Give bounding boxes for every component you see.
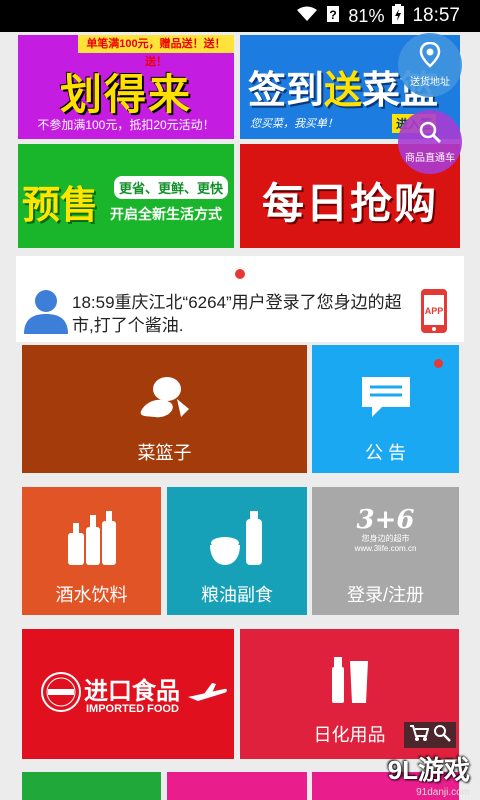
product-search-button[interactable]: 商品直通车 bbox=[398, 110, 462, 174]
promo-banner-huadelai[interactable]: 单笔满100元，赠品送！送！送！ 划得来 不参加满100元，抵扣20元活动！ bbox=[18, 35, 234, 139]
tile-partial[interactable] bbox=[167, 772, 307, 800]
banner-tagline: 更省、更鲜、更快 bbox=[114, 176, 229, 199]
signal-icon: ? bbox=[326, 5, 340, 28]
banner-title: 预售 bbox=[22, 183, 99, 227]
banner-strip: 单笔满100元，赠品送！送！送！ bbox=[78, 35, 234, 68]
tile-label: 公 告 bbox=[364, 443, 406, 463]
tile-grain-oil[interactable]: 粮油副食 bbox=[167, 487, 307, 615]
tile-label: 菜篮子 bbox=[137, 443, 192, 463]
tile-sublabel: IMPORTED FOOD bbox=[86, 703, 179, 715]
app-download-icon[interactable]: APP bbox=[420, 288, 448, 334]
banner-subtitle: 不参加满100元，抵扣20元活动！ bbox=[37, 118, 215, 132]
watermark-url: 91danji.com bbox=[416, 787, 470, 798]
user-avatar-icon bbox=[24, 288, 68, 334]
store-logo-mark: 3+6 bbox=[356, 505, 415, 535]
store-logo-slogan: 您身边的超市 www.3life.com.cn bbox=[354, 534, 417, 553]
watermark-logo: 9L游戏 bbox=[387, 755, 470, 785]
rice-oil-icon bbox=[208, 511, 266, 572]
store-logo: 3+6 您身边的超市 www.3life.com.cn bbox=[349, 507, 423, 553]
airplane-icon bbox=[188, 683, 228, 710]
battery-percent: 81% bbox=[348, 5, 385, 26]
imported-seal-icon bbox=[40, 671, 82, 713]
tile-label: 粮油副食 bbox=[201, 585, 273, 605]
bottles-icon bbox=[62, 511, 122, 572]
tile-partial[interactable] bbox=[22, 772, 161, 800]
status-bar: ? 81% 18:57 bbox=[0, 0, 480, 32]
battery-icon bbox=[392, 3, 405, 29]
unread-dot bbox=[434, 359, 443, 368]
tile-imported-food[interactable]: 进口食品 IMPORTED FOOD bbox=[22, 629, 234, 759]
clock: 18:57 bbox=[412, 5, 460, 26]
svg-text:?: ? bbox=[330, 8, 337, 22]
banner-title-highlight: 送 bbox=[324, 68, 363, 112]
tile-label: 进口食品 bbox=[84, 678, 180, 705]
activity-notice: 18:59重庆江北“6264”用户登录了您身边的超市,打了个酱油. bbox=[72, 293, 402, 335]
delivery-address-button[interactable]: 送货地址 bbox=[398, 33, 462, 97]
tile-login-register[interactable]: 3+6 您身边的超市 www.3life.com.cn 登录/注册 bbox=[312, 487, 459, 615]
search-icon bbox=[418, 120, 442, 149]
tile-label: 酒水饮料 bbox=[55, 585, 128, 605]
status-indicators: ? 81% 18:57 bbox=[296, 0, 460, 32]
tile-drinks[interactable]: 酒水饮料 bbox=[22, 487, 161, 615]
search-icon bbox=[433, 724, 451, 747]
watermark: 9L游戏 91danji.com bbox=[388, 750, 470, 798]
banner-title-part: 签到 bbox=[248, 68, 325, 112]
banner-title: 每日抢购 bbox=[261, 179, 438, 228]
banner-title: 划得来 bbox=[59, 70, 192, 119]
app-badge: APP bbox=[425, 306, 444, 316]
tile-announcements[interactable]: 公 告 bbox=[312, 345, 459, 473]
location-pin-icon bbox=[419, 41, 441, 73]
cart-icon bbox=[409, 724, 430, 747]
cart-search-button[interactable] bbox=[404, 722, 456, 748]
vegetable-icon bbox=[137, 373, 193, 426]
delivery-address-label: 送货地址 bbox=[410, 77, 450, 88]
cosmetics-icon bbox=[328, 657, 372, 710]
carousel-indicator-dot bbox=[235, 269, 245, 279]
promo-banner-presale[interactable]: 预售 更省、更鲜、更快 开启全新生活方式 bbox=[18, 144, 234, 248]
wifi-icon bbox=[296, 6, 318, 27]
banner-subtitle: 您买菜，我买单！ bbox=[250, 118, 338, 130]
message-icon bbox=[360, 375, 412, 424]
tile-vegetable-basket[interactable]: 菜篮子 bbox=[22, 345, 307, 473]
tile-label: 登录/注册 bbox=[346, 585, 424, 605]
banner-subtitle: 开启全新生活方式 bbox=[110, 206, 222, 222]
product-search-label: 商品直通车 bbox=[405, 153, 455, 164]
